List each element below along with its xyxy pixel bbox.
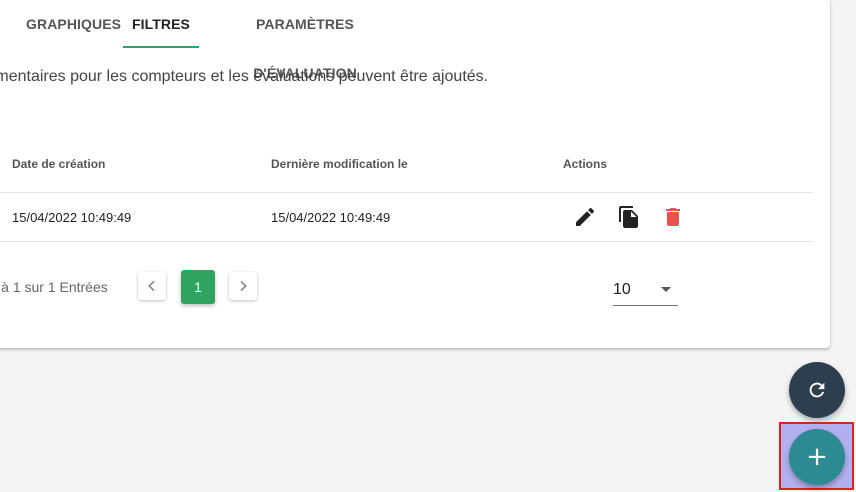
refresh-button[interactable] xyxy=(789,362,845,418)
caret-down-icon xyxy=(661,287,671,292)
previous-page-button[interactable] xyxy=(138,272,166,300)
tab-parametres-evaluation[interactable]: PARAMÈTRES D'ÉVALUATION xyxy=(211,0,399,81)
chevron-right-icon xyxy=(240,280,247,292)
table-row-divider xyxy=(0,241,813,242)
tab-graphiques[interactable]: GRAPHIQUES xyxy=(26,0,121,48)
refresh-icon xyxy=(809,382,825,398)
cell-derniere-modification: 15/04/2022 10:49:49 xyxy=(271,210,391,225)
content-card: GRAPHIQUES FILTRES PARAMÈTRES D'ÉVALUATI… xyxy=(0,0,830,348)
page-button-current[interactable]: 1 xyxy=(181,270,215,304)
page-size-value: 10 xyxy=(613,281,631,298)
trash-icon[interactable] xyxy=(661,205,685,229)
header-actions: Actions xyxy=(563,157,608,171)
add-button[interactable]: + xyxy=(789,429,845,485)
description-text: ées supplémentaires pour les compteurs e… xyxy=(0,68,489,85)
tab-filtres[interactable]: FILTRES xyxy=(123,0,199,48)
header-date-creation[interactable]: Date de création xyxy=(12,157,105,171)
chevron-left-icon xyxy=(148,280,155,292)
cell-date-creation: 15/04/2022 10:49:49 xyxy=(12,210,132,225)
active-tab-indicator xyxy=(123,46,199,48)
plus-icon: + xyxy=(806,442,828,472)
copy-icon[interactable] xyxy=(617,205,641,229)
pagination-summary: ne 1 à 1 sur 1 Entrées xyxy=(0,279,108,295)
page-size-select[interactable]: 10 xyxy=(613,272,678,306)
pencil-icon[interactable] xyxy=(573,205,597,229)
next-page-button[interactable] xyxy=(229,272,257,300)
table-header-divider xyxy=(0,192,813,193)
header-derniere-modification[interactable]: Dernière modification le xyxy=(271,157,408,171)
